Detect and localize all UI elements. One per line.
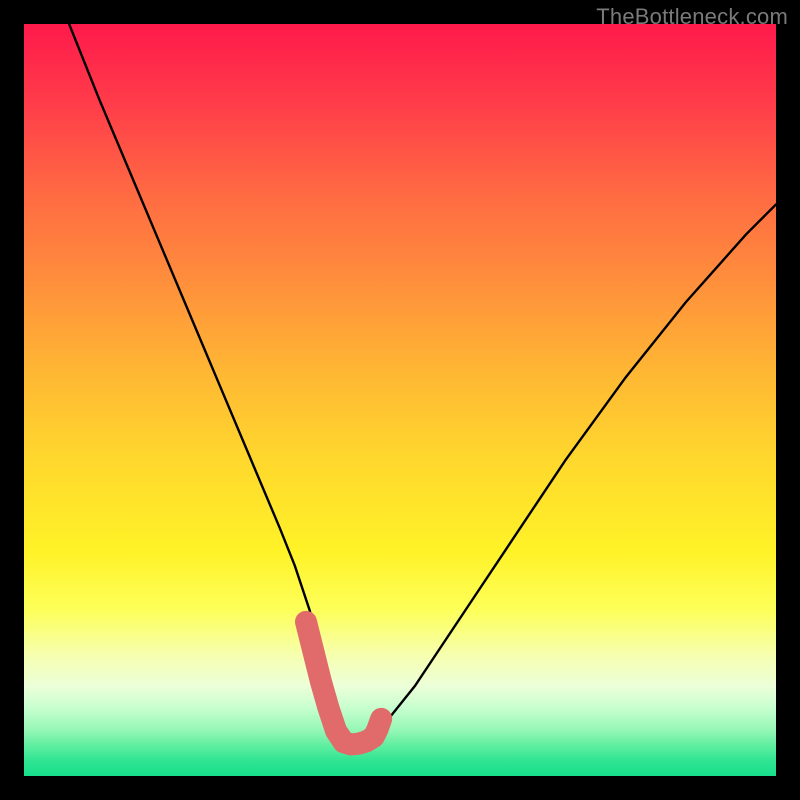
chart-plot-area [24, 24, 776, 776]
bottleneck-curve-path [69, 24, 776, 742]
chart-svg [24, 24, 776, 776]
valley-marker-path [306, 622, 381, 745]
